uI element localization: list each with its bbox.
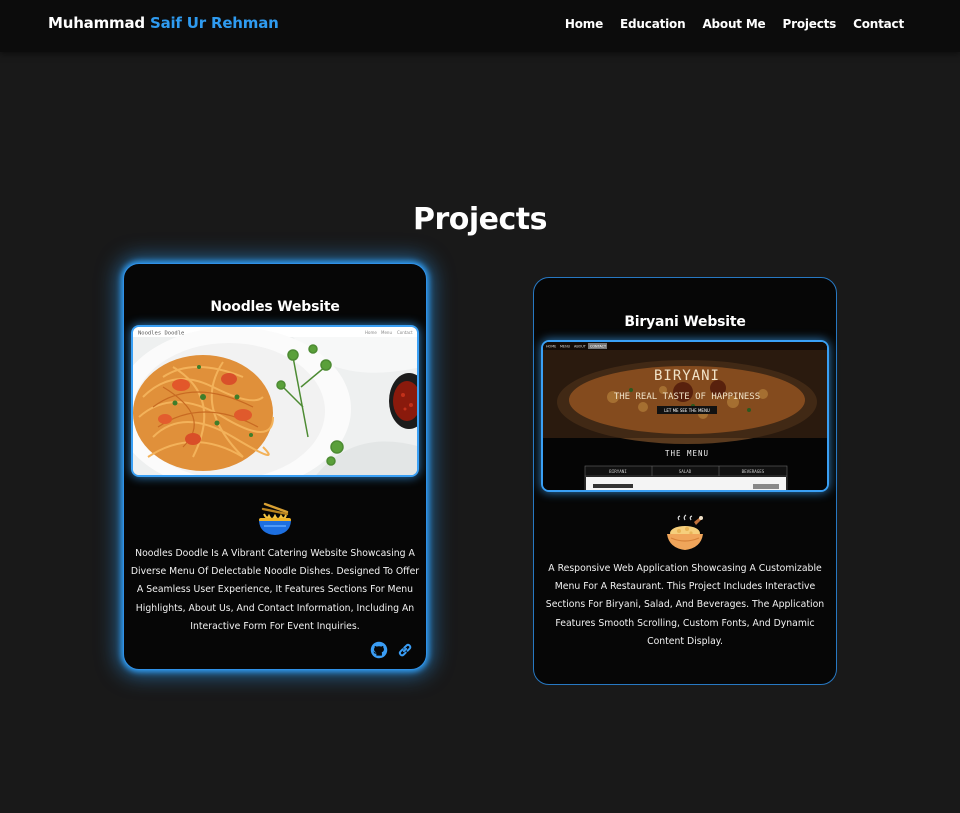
noodles-screenshot-image: Noodles Doodle Home Menu Contact <box>133 327 417 475</box>
biryani-nav-home: HOME <box>546 345 556 349</box>
noodle-bowl-icon <box>259 502 291 535</box>
noodles-nav-home: Home <box>365 330 377 335</box>
noodles-nav-menu: Menu <box>381 330 392 335</box>
project-description: Noodles Doodle Is A Vibrant Catering Web… <box>130 548 420 632</box>
project-description: A Responsive Web Application Showcasing … <box>545 563 825 647</box>
nav-links: Home Education About Me Projects Contact <box>565 17 904 31</box>
biryani-dish-icon <box>667 514 703 550</box>
nav-link-home[interactable]: Home <box>565 17 603 31</box>
brand-last-name: Saif Ur Rehman <box>149 14 279 32</box>
nav-link-education[interactable]: Education <box>620 17 686 31</box>
biryani-nav-contact: CONTACT <box>590 345 607 349</box>
biryani-hero-subtitle: THE REAL TASTE OF HAPPINESS <box>614 392 760 402</box>
project-title: Noodles Website <box>210 299 340 315</box>
nav-link-contact[interactable]: Contact <box>853 17 904 31</box>
brand-logo[interactable]: Muhammad Saif Ur Rehman <box>48 14 279 32</box>
project-card-biryani[interactable]: Biryani Website HOME MENU ABOUT CONTACT <box>533 277 837 685</box>
project-card-noodles[interactable]: Noodles Website Noodles Doodle Home Menu… <box>123 263 427 670</box>
biryani-screenshot-image: HOME MENU ABOUT CONTACT BIRYANI THE REAL… <box>543 342 827 490</box>
live-link[interactable] <box>396 641 414 659</box>
biryani-menu-tab: BIRYANI <box>609 469 627 474</box>
biryani-menu-tab: SALAD <box>679 469 692 474</box>
biryani-nav-about: ABOUT <box>574 345 587 349</box>
nav-link-about-me[interactable]: About Me <box>702 17 765 31</box>
biryani-hero-title: BIRYANI <box>654 368 720 384</box>
nav-link-projects[interactable]: Projects <box>783 17 837 31</box>
noodles-logo-text: Noodles Doodle <box>138 331 184 337</box>
project-screenshot-noodles: Noodles Doodle Home Menu Contact <box>131 325 419 477</box>
noodles-nav-contact: Contact <box>397 330 413 335</box>
biryani-menu-tab: BEVERAGES <box>742 469 765 474</box>
biryani-nav-menu: MENU <box>560 345 571 349</box>
link-icon <box>398 643 412 657</box>
project-screenshot-biryani: HOME MENU ABOUT CONTACT BIRYANI THE REAL… <box>541 340 829 492</box>
biryani-menu-heading: THE MENU <box>665 449 709 458</box>
biryani-hero-button: LET ME SEE THE MENU <box>664 408 710 413</box>
navbar: Muhammad Saif Ur Rehman Home Education A… <box>0 0 960 52</box>
project-title: Biryani Website <box>624 314 746 330</box>
projects-heading: Projects <box>412 202 548 237</box>
brand-first-name: Muhammad <box>48 14 145 32</box>
github-icon <box>370 641 388 659</box>
github-link[interactable] <box>370 641 388 659</box>
project-links <box>370 641 414 659</box>
